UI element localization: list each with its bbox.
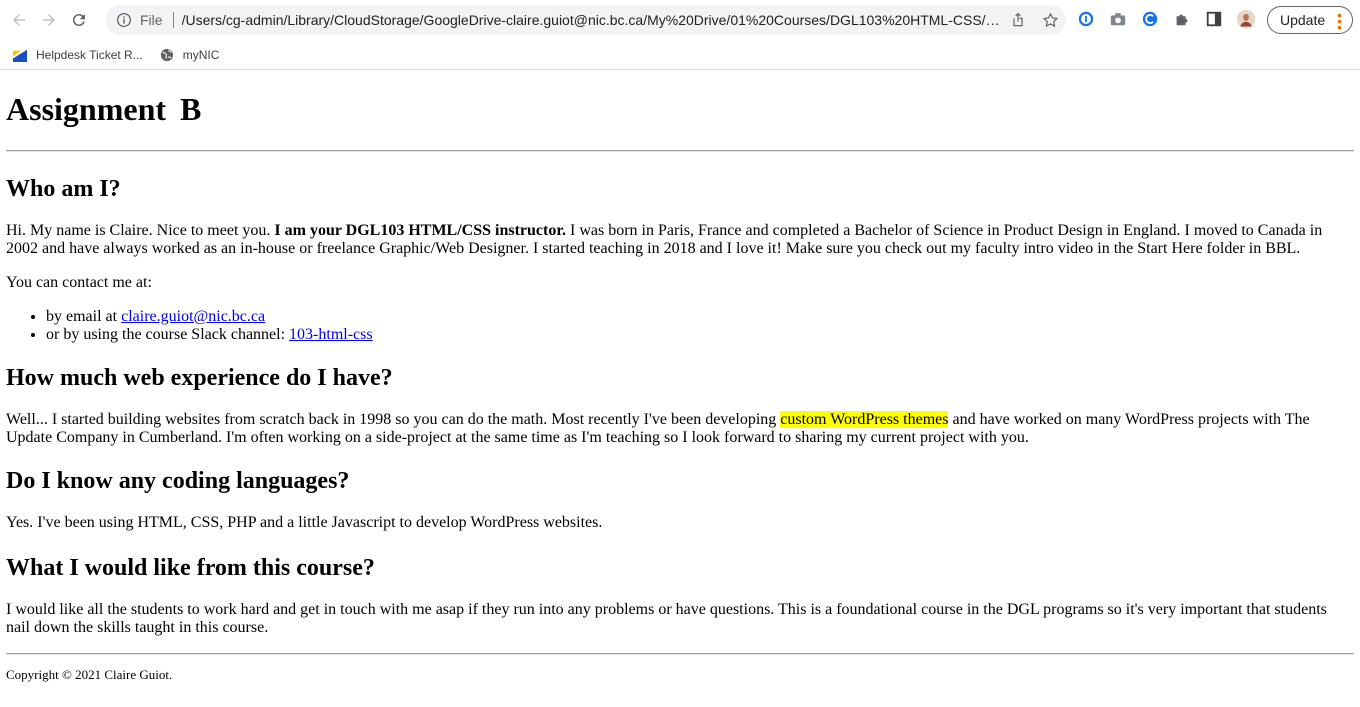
browser-toolbar: File /Users/cg-admin/Library/CloudStorag… bbox=[0, 0, 1360, 40]
email-link[interactable]: claire.guiot@nic.bc.ca bbox=[121, 308, 265, 325]
contact-intro: You can contact me at: bbox=[6, 274, 152, 291]
bookmark-star-icon[interactable] bbox=[1040, 10, 1060, 30]
contact-list: by email at claire.guiot@nic.bc.ca or by… bbox=[6, 308, 1354, 344]
extension-c-icon[interactable] bbox=[1140, 7, 1160, 31]
list-item: or by using the course Slack channel: 10… bbox=[46, 326, 1354, 344]
menu-dots-icon[interactable]: • • • bbox=[1337, 8, 1342, 34]
helpdesk-favicon-icon bbox=[12, 47, 28, 63]
update-label: Update bbox=[1280, 12, 1326, 28]
heading-course-goals: What I would like from this course? bbox=[6, 555, 375, 581]
camera-icon[interactable] bbox=[1108, 7, 1128, 31]
share-icon[interactable] bbox=[1008, 10, 1028, 30]
divider bbox=[6, 150, 1354, 152]
copyright-text: Copyright © 2021 Claire Guiot. bbox=[6, 667, 173, 682]
page-title: Assignment B bbox=[6, 91, 202, 127]
update-button[interactable]: Update • • • bbox=[1267, 6, 1353, 34]
heading-coding-languages: Do I know any coding languages? bbox=[6, 468, 350, 494]
bookmark-mynic[interactable]: myNIC bbox=[159, 47, 220, 63]
info-icon[interactable] bbox=[114, 10, 134, 30]
heading-who-am-i: Who am I? bbox=[6, 176, 121, 202]
arrow-right-icon bbox=[43, 14, 55, 26]
bookmark-helpdesk[interactable]: Helpdesk Ticket R... bbox=[12, 47, 143, 63]
side-panel-icon[interactable] bbox=[1204, 7, 1224, 31]
intro-paragraph: Hi. My name is Claire. Nice to meet you.… bbox=[6, 222, 1354, 258]
address-separator bbox=[172, 12, 174, 28]
highlighted-text: custom WordPress themes bbox=[780, 411, 949, 428]
arrow-left-icon bbox=[13, 14, 25, 26]
bookmarks-bar: Helpdesk Ticket R... myNIC bbox=[0, 40, 1360, 70]
heading-web-experience: How much web experience do I have? bbox=[6, 365, 393, 391]
forward-button[interactable] bbox=[34, 5, 64, 35]
address-bar[interactable]: File /Users/cg-admin/Library/CloudStorag… bbox=[106, 5, 1066, 35]
intro-bold-text: I am your DGL103 HTML/CSS instructor. bbox=[274, 222, 566, 239]
slack-prefix: or by using the course Slack channel: bbox=[46, 326, 290, 343]
browser-chrome: File /Users/cg-admin/Library/CloudStorag… bbox=[0, 0, 1360, 70]
intro-text: Hi. My name is Claire. Nice to meet you. bbox=[6, 222, 275, 239]
page-content: Assignment B Who am I? Hi. My name is Cl… bbox=[0, 91, 1360, 683]
footer-divider bbox=[6, 653, 1354, 655]
email-prefix: by email at bbox=[46, 308, 122, 325]
coding-paragraph: Yes. I've been using HTML, CSS, PHP and … bbox=[6, 514, 603, 531]
slack-channel-link[interactable]: 103-html-css bbox=[289, 326, 373, 343]
password-manager-icon[interactable] bbox=[1076, 7, 1096, 31]
experience-text: Well... I started building websites from… bbox=[6, 411, 781, 428]
list-item: by email at claire.guiot@nic.bc.ca bbox=[46, 308, 1354, 326]
reload-icon bbox=[72, 14, 85, 27]
globe-icon bbox=[159, 47, 175, 63]
profile-avatar[interactable] bbox=[1236, 7, 1256, 31]
bookmark-label: myNIC bbox=[182, 48, 220, 62]
bookmark-label: Helpdesk Ticket R... bbox=[36, 48, 143, 62]
reload-button[interactable] bbox=[64, 5, 94, 35]
course-paragraph: I would like all the students to work ha… bbox=[6, 601, 1327, 636]
file-scheme-label: File bbox=[140, 12, 163, 28]
back-button[interactable] bbox=[4, 5, 34, 35]
extensions-puzzle-icon[interactable] bbox=[1172, 7, 1192, 31]
experience-paragraph: Well... I started building websites from… bbox=[6, 411, 1354, 447]
url-text[interactable]: /Users/cg-admin/Library/CloudStorage/Goo… bbox=[182, 12, 1000, 28]
